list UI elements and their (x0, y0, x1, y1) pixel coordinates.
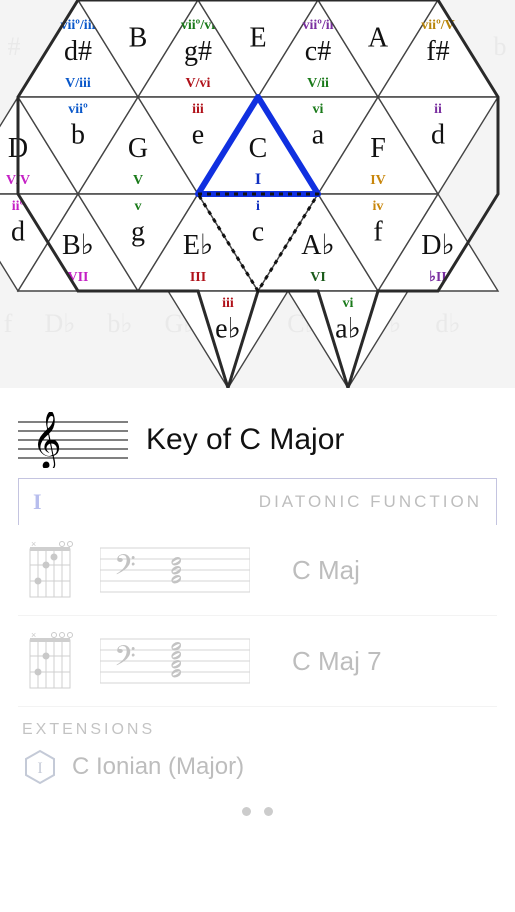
svg-text:vi: vi (343, 296, 354, 311)
svg-text:V/ii: V/ii (307, 76, 329, 91)
key-heading: 𝄞 Key of C Major (0, 388, 515, 478)
svg-text:i: i (256, 199, 260, 214)
svg-text:d: d (11, 217, 25, 248)
svg-text:VI: VI (310, 270, 326, 285)
svg-text:𝄢: 𝄢 (114, 642, 136, 679)
svg-text:f: f (373, 217, 383, 248)
treble-clef-staff-icon: 𝄞 (18, 412, 128, 468)
svg-text:iv: iv (373, 199, 384, 214)
svg-text:I: I (255, 171, 261, 188)
key-title: Key of C Major (146, 423, 344, 457)
hexagon-roman-icon: I (22, 749, 58, 785)
svg-text:b: b (71, 120, 85, 151)
page-dot[interactable] (264, 807, 273, 816)
svg-text:V/iii: V/iii (65, 76, 91, 91)
svg-text:D♭: D♭ (44, 309, 75, 338)
svg-text:c#: c# (305, 36, 331, 67)
svg-text:d♭: d♭ (435, 309, 460, 338)
svg-text:I: I (37, 760, 42, 777)
svg-text:𝅗: 𝅗 (170, 633, 183, 659)
svg-text:𝄞: 𝄞 (32, 412, 62, 468)
svg-text:ii: ii (434, 102, 442, 117)
svg-text:E: E (249, 23, 266, 54)
page-dots (0, 793, 515, 831)
svg-text:V: V (133, 173, 143, 188)
svg-text:D♭: D♭ (421, 230, 454, 261)
svg-text:×: × (31, 539, 36, 549)
svg-text:A: A (368, 23, 389, 54)
svg-text:a♭: a♭ (335, 314, 361, 345)
diatonic-function-section: I DIATONIC FUNCTION × 𝄢 𝅗 𝅗 𝅗 C Maj (0, 478, 515, 793)
chord-row-triad[interactable]: × 𝄢 𝅗 𝅗 𝅗 C Maj (18, 525, 497, 616)
svg-text:B: B (129, 23, 148, 54)
function-header: I DIATONIC FUNCTION (18, 478, 497, 525)
svg-text:viiº/ii: viiº/ii (302, 18, 333, 33)
page-dot[interactable] (242, 807, 251, 816)
chord-name: C Maj 7 (292, 646, 382, 677)
svg-text:×: × (31, 630, 36, 640)
bass-staff-seventh-icon: 𝄢 𝅗 𝅗 𝅗 𝅗 (100, 633, 250, 689)
svg-text:v: v (135, 199, 142, 214)
svg-text:f: f (4, 309, 13, 338)
svg-text:f#: f# (426, 36, 449, 67)
svg-text:IV: IV (370, 173, 386, 188)
svg-text:g: g (131, 217, 145, 248)
svg-text:A♭: A♭ (301, 230, 334, 261)
svg-text:𝄢: 𝄢 (114, 551, 136, 588)
chord-row-seventh[interactable]: × 𝄢 𝅗 𝅗 𝅗 𝅗 C Maj 7 (18, 616, 497, 707)
svg-text:III: III (190, 270, 206, 285)
svg-text:d#: d# (64, 36, 92, 67)
svg-text:iii: iii (192, 102, 204, 117)
extension-name: C Ionian (Major) (72, 753, 244, 781)
svg-text:b: b (494, 32, 507, 61)
guitar-chord-diagram-icon: × (22, 539, 78, 601)
svg-text:𝅗: 𝅗 (170, 542, 183, 574)
chord-name: C Maj (292, 555, 360, 586)
svg-text:e♭: e♭ (215, 314, 241, 345)
function-label: DIATONIC FUNCTION (259, 492, 482, 512)
svg-text:c: c (252, 217, 264, 248)
svg-text:G: G (128, 133, 148, 164)
bass-staff-triad-icon: 𝄢 𝅗 𝅗 𝅗 (100, 542, 250, 598)
svg-text:F: F (370, 133, 386, 164)
svg-text:E♭: E♭ (183, 230, 213, 261)
guitar-chord-diagram-icon: × (22, 630, 78, 692)
extension-row[interactable]: I C Ionian (Major) (18, 741, 497, 793)
svg-text:a: a (312, 120, 325, 151)
svg-text:vi: vi (313, 102, 324, 117)
function-roman: I (33, 489, 42, 515)
svg-text:C: C (249, 133, 268, 164)
svg-text:d: d (431, 120, 445, 151)
chord-triangle-map[interactable]: M A J O RM I N O R#bDfD♭b♭G♭C♭F♭d♭viiº/i… (0, 0, 515, 388)
svg-text:iii: iii (222, 296, 234, 311)
svg-text:viiº: viiº (68, 102, 88, 117)
svg-text:B♭: B♭ (62, 230, 94, 261)
extensions-label: EXTENSIONS (18, 707, 497, 741)
svg-text:g#: g# (184, 36, 212, 67)
svg-text:e: e (192, 120, 204, 151)
svg-text:#: # (8, 32, 21, 61)
svg-text:b♭: b♭ (107, 309, 132, 338)
svg-text:V/vi: V/vi (186, 76, 211, 91)
